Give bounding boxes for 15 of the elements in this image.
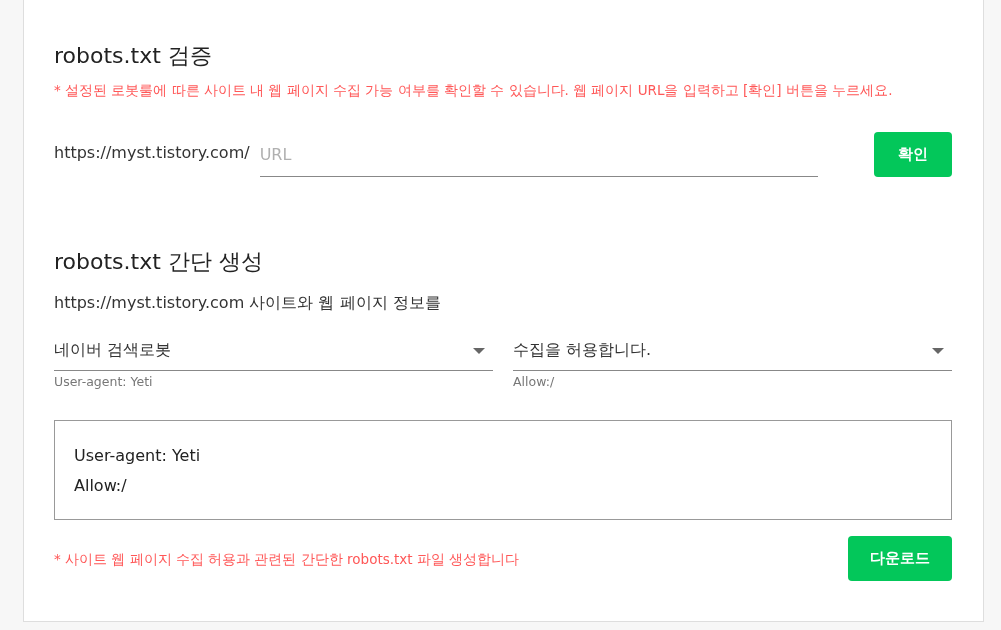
url-prefix: https://myst.tistory.com/ bbox=[54, 142, 250, 164]
output-line: Allow:/ bbox=[74, 475, 127, 497]
dropdown-hint: Allow:/ bbox=[513, 374, 555, 390]
section-title: robots.txt 간단 생성 bbox=[54, 248, 263, 276]
url-input[interactable]: URL bbox=[259, 133, 818, 177]
dropdown-hint: User-agent: Yeti bbox=[54, 374, 153, 390]
output-line: User-agent: Yeti bbox=[74, 445, 201, 467]
help-note: * 사이트 웹 페이지 수집 허용과 관련된 간단한 robots.txt 파일 생성합니다 bbox=[54, 549, 520, 569]
section-title: robots.txt 검증 bbox=[54, 42, 212, 70]
dropdown[interactable]: 수집을 허용합니다. bbox=[513, 331, 952, 371]
caret-icon bbox=[473, 347, 485, 354]
site-description: https://myst.tistory.com 사이트와 웹 페이지 정보를 bbox=[54, 292, 441, 314]
dropdown[interactable]: 네이버 검색로봇 bbox=[54, 331, 493, 371]
help-note: * 설정된 로봇룰에 따른 사이트 내 웹 페이지 수집 가능 여부를 확인할 수 있습니다. 웹 페이지 URL을 입력하고 [확인] 버튼을 누르세요. bbox=[54, 81, 894, 100]
caret-icon bbox=[932, 347, 944, 354]
